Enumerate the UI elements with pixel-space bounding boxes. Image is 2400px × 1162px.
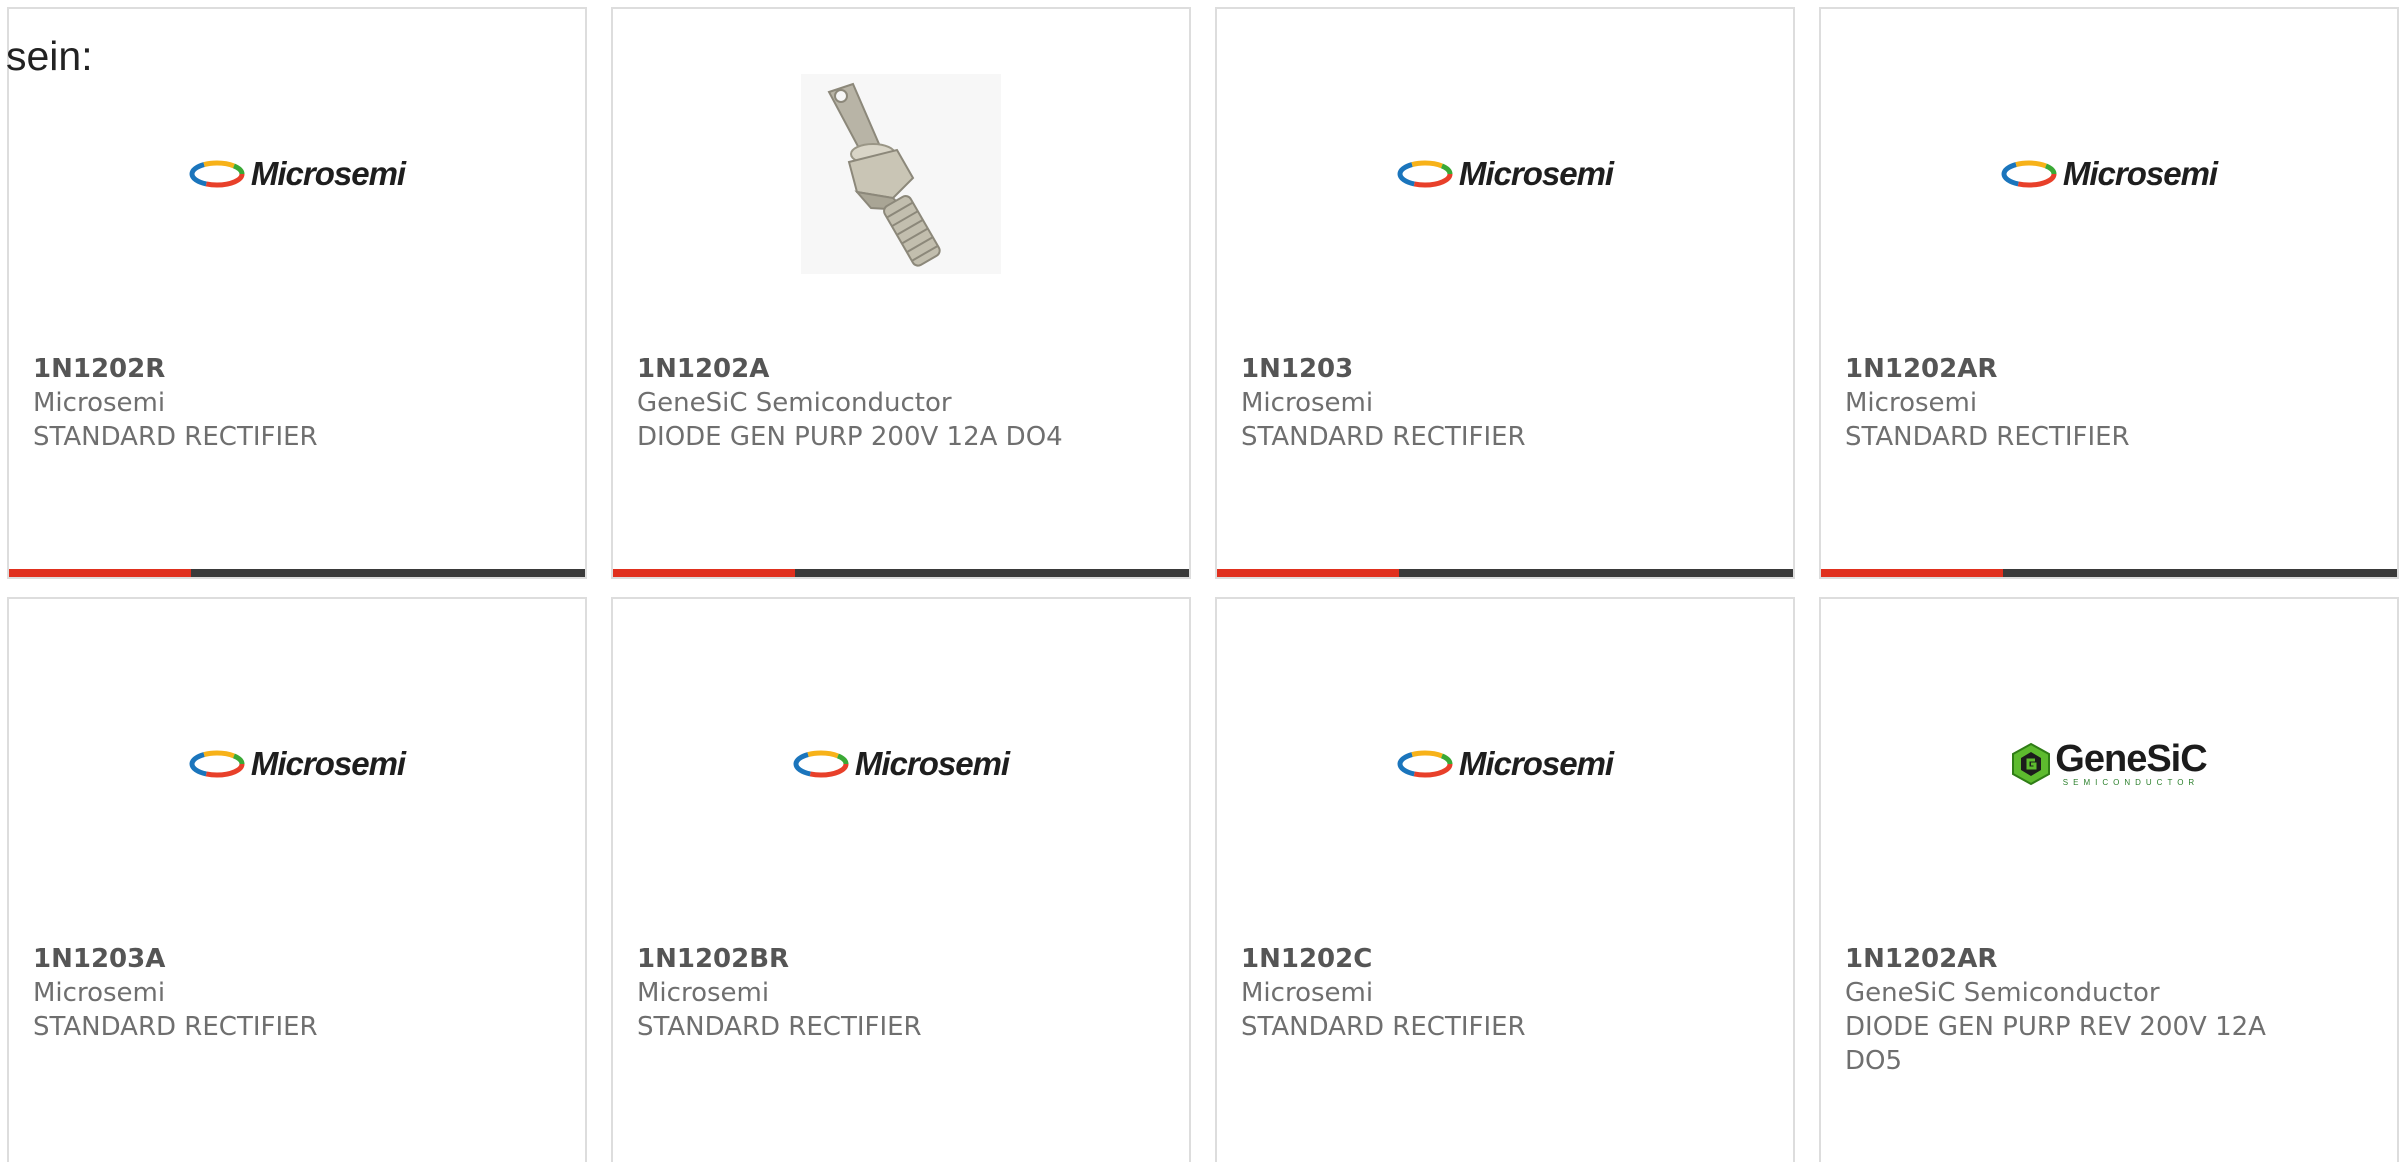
part-number[interactable]: 1N1202AR bbox=[1845, 352, 2317, 386]
microsemi-logo: Microsemi bbox=[189, 155, 406, 193]
product-info: 1N1202AR Microsemi STANDARD RECTIFIER bbox=[1845, 352, 2317, 454]
microsemi-swirl-icon bbox=[1397, 750, 1453, 778]
manufacturer: Microsemi bbox=[637, 978, 770, 1008]
product-thumbnail[interactable]: Microsemi bbox=[1821, 9, 2397, 339]
product-grid: Microsemi 1N1202R Microsemi STANDARD REC… bbox=[0, 0, 2400, 1162]
card-footer-bar bbox=[9, 569, 585, 577]
microsemi-logo: Microsemi bbox=[793, 745, 1010, 783]
product-info: 1N1202R Microsemi STANDARD RECTIFIER bbox=[33, 352, 505, 454]
description: STANDARD RECTIFIER bbox=[33, 1012, 318, 1042]
product-info: 1N1202AR GeneSiC Semiconductor DIODE GEN… bbox=[1845, 942, 2317, 1078]
product-thumbnail[interactable]: Microsemi bbox=[9, 599, 585, 929]
manufacturer: GeneSiC Semiconductor bbox=[1845, 978, 2160, 1008]
card-accent bbox=[1217, 569, 1399, 577]
product-thumbnail[interactable]: GeneSiC SEMICONDUCTOR bbox=[1821, 599, 2397, 929]
description: STANDARD RECTIFIER bbox=[1241, 1012, 1526, 1042]
description: STANDARD RECTIFIER bbox=[637, 1012, 922, 1042]
product-card[interactable]: Microsemi 1N1202BR Microsemi STANDARD RE… bbox=[611, 597, 1191, 1162]
microsemi-logo: Microsemi bbox=[189, 745, 406, 783]
product-info: 1N1203A Microsemi STANDARD RECTIFIER bbox=[33, 942, 505, 1044]
manufacturer: Microsemi bbox=[1241, 388, 1374, 418]
part-number[interactable]: 1N1202R bbox=[33, 352, 505, 386]
card-accent bbox=[1821, 569, 2003, 577]
page: sein: Microsemi 1N1202R Microsemi STANDA… bbox=[0, 0, 2400, 1162]
manufacturer: GeneSiC Semiconductor bbox=[637, 388, 952, 418]
part-number[interactable]: 1N1203 bbox=[1241, 352, 1713, 386]
product-thumbnail[interactable]: Microsemi bbox=[1217, 599, 1793, 929]
product-thumbnail[interactable]: Microsemi bbox=[9, 9, 585, 339]
microsemi-logo: Microsemi bbox=[1397, 745, 1614, 783]
manufacturer: Microsemi bbox=[33, 388, 166, 418]
card-accent bbox=[613, 569, 795, 577]
microsemi-logo: Microsemi bbox=[2001, 155, 2218, 193]
product-card[interactable]: Microsemi 1N1202R Microsemi STANDARD REC… bbox=[7, 7, 587, 579]
product-info: 1N1202A GeneSiC Semiconductor DIODE GEN … bbox=[637, 352, 1109, 454]
manufacturer: Microsemi bbox=[1845, 388, 1978, 418]
description: STANDARD RECTIFIER bbox=[33, 422, 318, 452]
microsemi-swirl-icon bbox=[1397, 160, 1453, 188]
description: STANDARD RECTIFIER bbox=[1845, 422, 2130, 452]
microsemi-swirl-icon bbox=[189, 750, 245, 778]
part-number[interactable]: 1N1202C bbox=[1241, 942, 1713, 976]
card-footer-bar bbox=[613, 569, 1189, 577]
product-info: 1N1203 Microsemi STANDARD RECTIFIER bbox=[1241, 352, 1713, 454]
description: STANDARD RECTIFIER bbox=[1241, 422, 1526, 452]
genesic-hex-icon bbox=[2012, 742, 2051, 786]
card-footer-bar bbox=[1217, 569, 1793, 577]
part-number[interactable]: 1N1202AR bbox=[1845, 942, 2317, 976]
intro-text: sein: bbox=[6, 33, 93, 79]
product-thumbnail[interactable] bbox=[613, 9, 1189, 339]
product-card[interactable]: GeneSiC SEMICONDUCTOR 1N1202AR GeneSiC S… bbox=[1819, 597, 2399, 1162]
stud-diode-photo bbox=[801, 74, 1001, 274]
product-card[interactable]: 1N1202A GeneSiC Semiconductor DIODE GEN … bbox=[611, 7, 1191, 579]
card-footer-bar bbox=[1821, 569, 2397, 577]
product-info: 1N1202BR Microsemi STANDARD RECTIFIER bbox=[637, 942, 1109, 1044]
description: DIODE GEN PURP 200V 12A DO4 bbox=[637, 422, 1063, 452]
part-number[interactable]: 1N1202A bbox=[637, 352, 1109, 386]
product-card[interactable]: Microsemi 1N1203 Microsemi STANDARD RECT… bbox=[1215, 7, 1795, 579]
manufacturer: Microsemi bbox=[33, 978, 166, 1008]
product-thumbnail[interactable]: Microsemi bbox=[1217, 9, 1793, 339]
microsemi-swirl-icon bbox=[2001, 160, 2057, 188]
part-number[interactable]: 1N1203A bbox=[33, 942, 505, 976]
product-card[interactable]: Microsemi 1N1202AR Microsemi STANDARD RE… bbox=[1819, 7, 2399, 579]
card-accent bbox=[9, 569, 191, 577]
microsemi-logo: Microsemi bbox=[1397, 155, 1614, 193]
product-card[interactable]: Microsemi 1N1202C Microsemi STANDARD REC… bbox=[1215, 597, 1795, 1162]
genesic-logo: GeneSiC SEMICONDUCTOR bbox=[2011, 740, 2208, 788]
microsemi-swirl-icon bbox=[793, 750, 849, 778]
manufacturer: Microsemi bbox=[1241, 978, 1374, 1008]
product-info: 1N1202C Microsemi STANDARD RECTIFIER bbox=[1241, 942, 1713, 1044]
product-card[interactable]: Microsemi 1N1203A Microsemi STANDARD REC… bbox=[7, 597, 587, 1162]
microsemi-swirl-icon bbox=[189, 160, 245, 188]
part-number[interactable]: 1N1202BR bbox=[637, 942, 1109, 976]
product-thumbnail[interactable]: Microsemi bbox=[613, 599, 1189, 929]
description: DIODE GEN PURP REV 200V 12A DO5 bbox=[1845, 1012, 2266, 1076]
